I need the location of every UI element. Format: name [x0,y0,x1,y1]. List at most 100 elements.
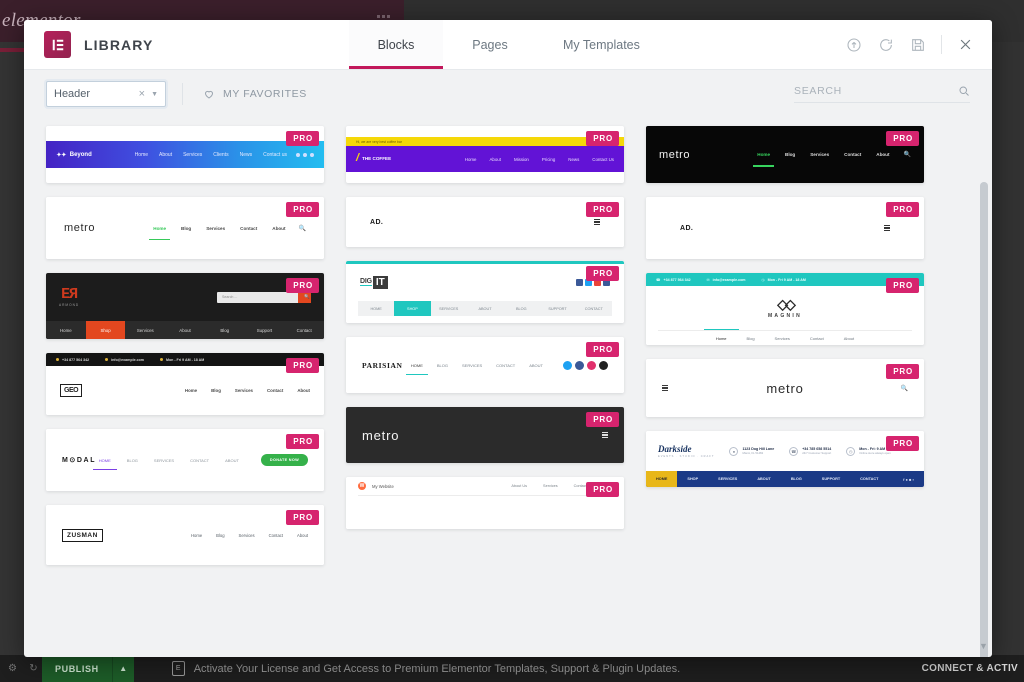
info-phone: ☎ +34 785 658 5514 24/7 Customer Support [789,446,831,456]
template-nav: HOME BLOG SERVICES CONTACT ABOUT [92,457,239,470]
nav-item: Services [183,151,203,158]
template-logo: metro [362,427,400,443]
search-icon[interactable] [958,85,970,97]
pro-badge: PRO [886,202,919,217]
save-icon[interactable] [909,36,927,54]
nav-item: Blog [220,327,230,333]
nav-item-active: HOME [405,362,428,375]
template-card[interactable]: PRO DIG IT HOME SHOP SERVICES ABOUT BLOG… [346,261,624,323]
template-logo: ARMOND [59,303,80,307]
nav-item: Services [810,152,830,157]
templates-column-1: PRO ✦✦ Beyond Home About Services Clients… [46,126,324,565]
template-card[interactable]: PRO metro [346,407,624,463]
vertical-scrollbar[interactable] [980,182,988,657]
social-icons: f ● ■ ▪ [903,476,914,482]
template-card[interactable]: PRO Darkside EVENTS · STUDIO · CRAFT ● 1… [646,431,924,487]
template-card[interactable]: PRO +34 877 564 342 info@example.com Mon… [46,353,324,415]
nav-item: ABOUT [757,477,771,481]
editor-statusbar: ⚙ ↻ PUBLISH ▲ E Activate Your License an… [0,655,1024,682]
templates-scroll-area[interactable]: PRO ✦✦ Beyond Home About Services Clients… [24,118,992,657]
modal-brand: LIBRARY [24,20,349,69]
search-input[interactable] [794,85,952,97]
template-preview-metro-dark-centered: metro [346,407,624,463]
template-nav: HOME BLOG SERVICES CONTACT ABOUT [405,362,543,375]
nav-item-active: HOME [646,471,678,487]
template-preview-the-coffee: Hi, we are very best coffee bar Login /T… [346,126,624,183]
template-preview-zusman: ZUSMAN Home Blog Services Contact About [46,505,324,565]
template-card[interactable]: PRO AD. [646,197,924,259]
template-nav: Home Blog Services Contact About [753,152,890,167]
tab-my-templates[interactable]: My Templates [537,20,666,69]
nav-item: Contact Us [592,156,614,162]
tab-pages[interactable]: Pages [443,20,537,69]
nav-item: Home [60,327,72,333]
template-card[interactable]: PRO metro Home Blog Services Contact Abo… [646,126,924,183]
category-filter-select[interactable]: Header × ▼ [46,81,166,107]
nav-item: Contact [809,335,824,341]
template-card[interactable]: PRO metro Home Blog Services Contact Abo… [46,197,324,259]
nav-item: Contact us [263,151,287,158]
template-preview-metro-dark: metro Home Blog Services Contact About 🔍 [646,126,924,183]
my-favorites-button[interactable]: MY FAVORITES [203,88,307,100]
nav-item: Clients [213,151,229,158]
tab-blocks[interactable]: Blocks [349,20,443,69]
template-card[interactable]: PRO AD. [346,197,624,247]
nav-item: Mission [513,156,529,162]
template-card[interactable]: PRO ZUSMAN Home Blog Services Contact Ab… [46,505,324,565]
template-preview-modal: M⊙DAL HOME BLOG SERVICES CONTACT ABOUT D… [46,429,324,491]
nav-item-active: Shop [85,321,126,339]
modal-title: LIBRARY [84,36,154,53]
history-icon[interactable]: ↻ [25,660,42,677]
settings-gear-icon[interactable]: ⚙ [4,660,21,677]
template-preview-ad-small: AD. [346,197,624,247]
template-card[interactable]: PRO metro 🔍 [646,359,924,417]
template-card[interactable]: PRO Hi, we are very best coffee bar Logi… [346,126,624,183]
nav-item: Blog [746,335,755,341]
pro-badge: PRO [286,278,319,293]
nav-item: Blog [181,225,192,231]
my-favorites-label: MY FAVORITES [223,88,307,100]
template-card[interactable]: PRO PARISIAN HOME BLOG SERVICES CONTACT … [346,337,624,393]
template-card[interactable]: PRO ЕЯ ARMOND Search ... 🔍 Home Shop Ser… [46,273,324,339]
template-logo: metro [766,380,804,396]
upload-template-icon[interactable] [845,36,863,54]
pro-badge: PRO [586,412,619,427]
publish-button[interactable]: PUBLISH [42,655,112,682]
nav-item: BLOG [436,362,449,368]
pro-badge: PRO [586,131,619,146]
template-topbar: +34 877 564 342 info@example.com Mon - F… [46,353,324,366]
nav-item: BLOG [126,457,138,463]
template-logo-accent: IT [372,275,388,289]
nav-item: About [489,156,501,162]
templates-column-2: PRO Hi, we are very best coffee bar Logi… [346,126,624,529]
close-icon[interactable] [956,36,974,54]
publish-options-caret-icon[interactable]: ▲ [111,655,134,682]
modal-tabs: Blocks Pages My Templates [349,20,666,69]
template-logo: ZUSMAN [62,528,103,542]
template-logo: Beyond [69,151,92,158]
template-nav: Home About Services Clients News Contact… [135,152,287,158]
header-divider [941,35,942,54]
template-nav: Home Blog Services Contact About [191,533,308,538]
nav-item: Services [238,532,255,538]
nav-item: Services [543,484,558,488]
clear-filter-icon[interactable]: × [139,88,145,100]
template-card[interactable]: PRO ✦✦ Beyond Home About Services Clients… [46,126,324,183]
nav-item: Pricing [541,156,556,162]
chevron-down-icon[interactable]: ▼ [151,91,158,98]
template-card[interactable]: PRO W My Website About Us Services Conta… [346,477,624,529]
template-card[interactable]: PRO ☎ +34 877 564 342 ✉ info@example.com ◷… [646,273,924,345]
chevron-down-icon[interactable]: ▼ [978,640,989,651]
pro-badge: PRO [286,434,319,449]
wordpress-logo-icon: W [358,482,366,490]
refresh-icon[interactable] [877,36,895,54]
connect-activate-link[interactable]: CONNECT & ACTIV [922,663,1018,674]
nav-item: SUPPORT [821,477,841,481]
topbar-phone: +34 877 564 342 [663,277,691,282]
pro-badge: PRO [586,342,619,357]
topbar-tagline: Hi, we are very best coffee bar [356,139,402,144]
social-icons [296,152,314,157]
template-card[interactable]: PRO M⊙DAL HOME BLOG SERVICES CONTACT ABO… [46,429,324,491]
template-nav: HOME SHOP SERVICES ABOUT BLOG SUPPORT CO… [646,471,924,487]
scrollbar-thumb[interactable] [980,182,988,657]
